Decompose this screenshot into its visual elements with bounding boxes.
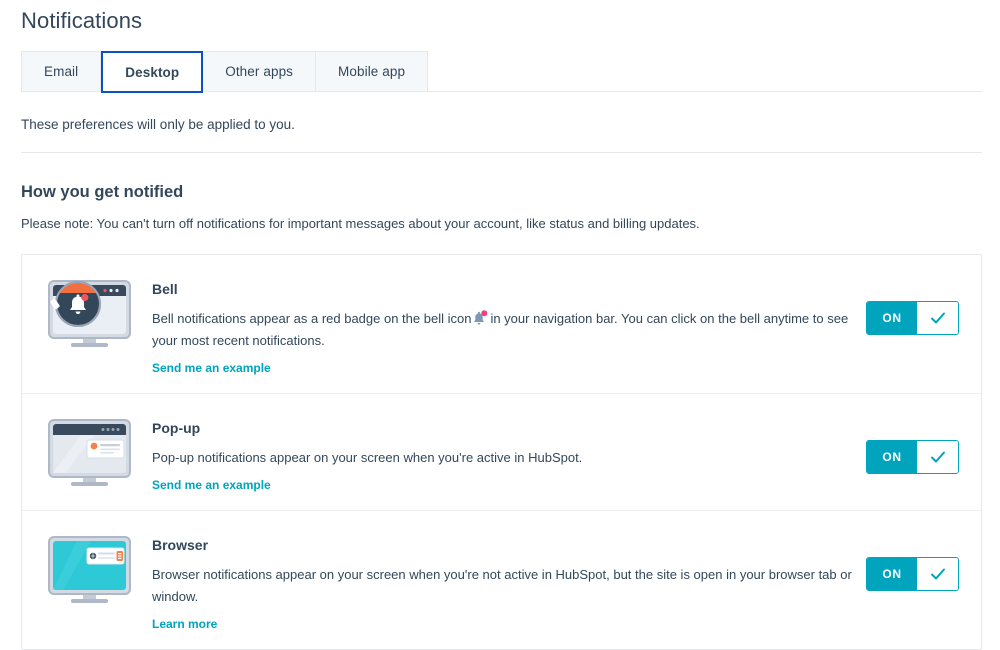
table-row: Browser Browser notifications appear on … — [22, 511, 981, 649]
tab-mobile-app-label: Mobile app — [338, 64, 406, 79]
tab-email-label: Email — [44, 64, 79, 79]
notification-description: Bell notifications appear as a red badge… — [152, 308, 854, 352]
notification-title: Bell — [152, 281, 178, 297]
toggle-container: ON — [866, 527, 963, 591]
check-icon — [917, 441, 958, 473]
notification-description-part1: Bell notifications appear as a red badge… — [152, 311, 472, 326]
section-note: Please note: You can't turn off notifica… — [21, 216, 700, 231]
monitor-popup-illustration — [40, 410, 140, 492]
toggle-state-label: ON — [867, 441, 917, 473]
bell-icon — [473, 310, 488, 326]
browser-notification-toggle[interactable]: ON — [866, 557, 959, 591]
monitor-browser-illustration — [40, 527, 140, 609]
toggle-state-label: ON — [867, 302, 917, 334]
monitor-bell-illustration — [40, 271, 140, 353]
section-title: How you get notified — [21, 183, 184, 201]
toggle-container: ON — [866, 271, 963, 335]
tab-other-apps-label: Other apps — [225, 64, 294, 79]
table-row: Pop-up Pop-up notifications appear on yo… — [22, 394, 981, 511]
notification-description: Browser notifications appear on your scr… — [152, 567, 852, 604]
intro-note: These preferences will only be applied t… — [21, 117, 295, 132]
toggle-container: ON — [866, 410, 963, 474]
section-divider — [21, 152, 982, 153]
check-icon — [917, 302, 958, 334]
send-example-link[interactable]: Send me an example — [152, 361, 271, 375]
toggle-state-label: ON — [867, 558, 917, 590]
tab-other-apps[interactable]: Other apps — [203, 51, 317, 92]
popup-notification-toggle[interactable]: ON — [866, 440, 959, 474]
page-title: Notifications — [21, 8, 143, 33]
tab-mobile-app[interactable]: Mobile app — [316, 51, 429, 92]
notification-title: Pop-up — [152, 420, 201, 436]
table-row: Bell Bell notifications appear as a red … — [22, 255, 981, 394]
notification-description: Pop-up notifications appear on your scre… — [152, 450, 583, 465]
tab-desktop-label: Desktop — [125, 64, 180, 80]
bell-notification-toggle[interactable]: ON — [866, 301, 959, 335]
send-example-link[interactable]: Send me an example — [152, 478, 271, 492]
tab-email[interactable]: Email — [21, 51, 102, 92]
tab-desktop[interactable]: Desktop — [101, 51, 204, 93]
notifications-card: Bell Bell notifications appear as a red … — [21, 254, 982, 650]
tab-bar: Email Desktop Other apps Mobile app — [21, 51, 429, 93]
notification-body: Browser Browser notifications appear on … — [140, 527, 866, 633]
check-icon — [917, 558, 958, 590]
notification-body: Bell Bell notifications appear as a red … — [140, 271, 866, 377]
notification-body: Pop-up Pop-up notifications appear on yo… — [140, 410, 866, 494]
learn-more-link[interactable]: Learn more — [152, 617, 217, 631]
notification-title: Browser — [152, 537, 209, 553]
